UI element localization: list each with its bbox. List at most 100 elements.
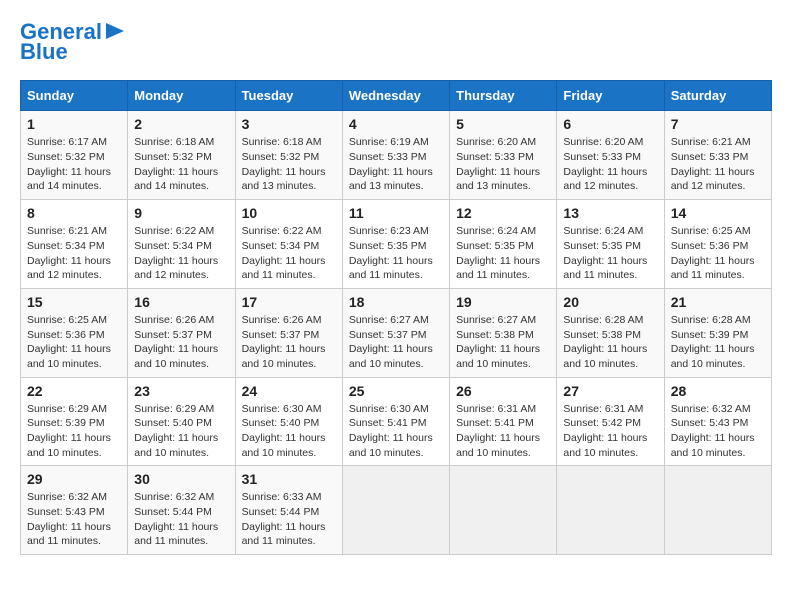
calendar-cell: 11Sunrise: 6:23 AMSunset: 5:35 PMDayligh… (342, 200, 449, 289)
day-number: 23 (134, 383, 228, 399)
col-header-tuesday: Tuesday (235, 81, 342, 111)
calendar-cell: 13Sunrise: 6:24 AMSunset: 5:35 PMDayligh… (557, 200, 664, 289)
day-number: 26 (456, 383, 550, 399)
calendar-cell: 4 Sunrise: 6:19 AMSunset: 5:33 PMDaylight… (342, 111, 449, 200)
day-number: 17 (242, 294, 336, 310)
day-info: Sunrise: 6:18 AMSunset: 5:32 PMDaylight:… (242, 135, 336, 194)
calendar-cell: 6Sunrise: 6:20 AMSunset: 5:33 PMDaylight… (557, 111, 664, 200)
calendar-cell: 29 Sunrise: 6:32 AMSunset: 5:43 PMDayligh… (21, 466, 128, 555)
col-header-friday: Friday (557, 81, 664, 111)
day-number: 28 (671, 383, 765, 399)
day-number: 12 (456, 205, 550, 221)
calendar-week-row: 29 Sunrise: 6:32 AMSunset: 5:43 PMDayligh… (21, 466, 772, 555)
day-info: Sunrise: 6:32 AMSunset: 5:43 PMDaylight:… (27, 490, 121, 549)
calendar-cell: 7Sunrise: 6:21 AMSunset: 5:33 PMDaylight… (664, 111, 771, 200)
day-number: 16 (134, 294, 228, 310)
day-info: Sunrise: 6:24 AMSunset: 5:35 PMDaylight:… (456, 224, 550, 283)
calendar-cell: 19Sunrise: 6:27 AMSunset: 5:38 PMDayligh… (450, 288, 557, 377)
day-info: Sunrise: 6:28 AMSunset: 5:39 PMDaylight:… (671, 313, 765, 372)
day-number: 27 (563, 383, 657, 399)
day-number: 29 (27, 471, 121, 487)
calendar-cell: 26 Sunrise: 6:31 AMSunset: 5:41 PMDayligh… (450, 377, 557, 466)
day-info: Sunrise: 6:25 AMSunset: 5:36 PMDaylight:… (671, 224, 765, 283)
logo: General Blue (20, 20, 124, 64)
calendar-cell (450, 466, 557, 555)
day-info: Sunrise: 6:27 AMSunset: 5:37 PMDaylight:… (349, 313, 443, 372)
calendar-cell: 31 Sunrise: 6:33 AMSunset: 5:44 PMDayligh… (235, 466, 342, 555)
calendar-cell: 16Sunrise: 6:26 AMSunset: 5:37 PMDayligh… (128, 288, 235, 377)
day-number: 25 (349, 383, 443, 399)
logo-blue-text: Blue (20, 40, 68, 64)
col-header-wednesday: Wednesday (342, 81, 449, 111)
calendar-cell: 22 Sunrise: 6:29 AMSunset: 5:39 PMDayligh… (21, 377, 128, 466)
day-number: 10 (242, 205, 336, 221)
calendar-cell: 17 Sunrise: 6:26 AMSunset: 5:37 PMDayligh… (235, 288, 342, 377)
day-info: Sunrise: 6:21 AMSunset: 5:34 PMDaylight:… (27, 224, 121, 283)
day-number: 5 (456, 116, 550, 132)
day-number: 24 (242, 383, 336, 399)
day-number: 9 (134, 205, 228, 221)
day-info: Sunrise: 6:19 AMSunset: 5:33 PMDaylight:… (349, 135, 443, 194)
calendar-cell: 23 Sunrise: 6:29 AMSunset: 5:40 PMDayligh… (128, 377, 235, 466)
col-header-monday: Monday (128, 81, 235, 111)
day-number: 14 (671, 205, 765, 221)
col-header-thursday: Thursday (450, 81, 557, 111)
logo-icon (106, 23, 124, 39)
calendar-cell: 18 Sunrise: 6:27 AMSunset: 5:37 PMDayligh… (342, 288, 449, 377)
day-number: 15 (27, 294, 121, 310)
calendar-cell: 15 Sunrise: 6:25 AMSunset: 5:36 PMDayligh… (21, 288, 128, 377)
calendar-cell: 28Sunrise: 6:32 AMSunset: 5:43 PMDayligh… (664, 377, 771, 466)
day-number: 20 (563, 294, 657, 310)
calendar-cell: 2Sunrise: 6:18 AMSunset: 5:32 PMDaylight… (128, 111, 235, 200)
calendar-cell: 30 Sunrise: 6:32 AMSunset: 5:44 PMDayligh… (128, 466, 235, 555)
col-header-saturday: Saturday (664, 81, 771, 111)
day-info: Sunrise: 6:20 AMSunset: 5:33 PMDaylight:… (563, 135, 657, 194)
calendar-cell (557, 466, 664, 555)
day-number: 30 (134, 471, 228, 487)
calendar-table: SundayMondayTuesdayWednesdayThursdayFrid… (20, 80, 772, 555)
calendar-cell: 27 Sunrise: 6:31 AMSunset: 5:42 PMDayligh… (557, 377, 664, 466)
day-info: Sunrise: 6:24 AMSunset: 5:35 PMDaylight:… (563, 224, 657, 283)
calendar-cell: 21 Sunrise: 6:28 AMSunset: 5:39 PMDayligh… (664, 288, 771, 377)
day-number: 3 (242, 116, 336, 132)
day-info: Sunrise: 6:30 AMSunset: 5:40 PMDaylight:… (242, 402, 336, 461)
day-info: Sunrise: 6:30 AMSunset: 5:41 PMDaylight:… (349, 402, 443, 461)
day-number: 11 (349, 205, 443, 221)
col-header-sunday: Sunday (21, 81, 128, 111)
day-info: Sunrise: 6:33 AMSunset: 5:44 PMDaylight:… (242, 490, 336, 549)
day-info: Sunrise: 6:29 AMSunset: 5:40 PMDaylight:… (134, 402, 228, 461)
day-number: 22 (27, 383, 121, 399)
calendar-cell: 10Sunrise: 6:22 AMSunset: 5:34 PMDayligh… (235, 200, 342, 289)
day-number: 31 (242, 471, 336, 487)
day-info: Sunrise: 6:31 AMSunset: 5:41 PMDaylight:… (456, 402, 550, 461)
day-info: Sunrise: 6:31 AMSunset: 5:42 PMDaylight:… (563, 402, 657, 461)
page-header: General Blue (20, 20, 772, 64)
day-info: Sunrise: 6:32 AMSunset: 5:44 PMDaylight:… (134, 490, 228, 549)
day-number: 4 (349, 116, 443, 132)
calendar-cell: 20 Sunrise: 6:28 AMSunset: 5:38 PMDayligh… (557, 288, 664, 377)
calendar-week-row: 1 Sunrise: 6:17 AMSunset: 5:32 PMDaylight… (21, 111, 772, 200)
day-info: Sunrise: 6:26 AMSunset: 5:37 PMDaylight:… (242, 313, 336, 372)
calendar-cell: 8Sunrise: 6:21 AMSunset: 5:34 PMDaylight… (21, 200, 128, 289)
calendar-week-row: 15 Sunrise: 6:25 AMSunset: 5:36 PMDayligh… (21, 288, 772, 377)
calendar-cell: 12 Sunrise: 6:24 AMSunset: 5:35 PMDayligh… (450, 200, 557, 289)
calendar-cell: 24 Sunrise: 6:30 AMSunset: 5:40 PMDayligh… (235, 377, 342, 466)
calendar-body: 1 Sunrise: 6:17 AMSunset: 5:32 PMDaylight… (21, 111, 772, 555)
day-info: Sunrise: 6:28 AMSunset: 5:38 PMDaylight:… (563, 313, 657, 372)
calendar-cell (342, 466, 449, 555)
calendar-cell: 3 Sunrise: 6:18 AMSunset: 5:32 PMDaylight… (235, 111, 342, 200)
calendar-week-row: 8Sunrise: 6:21 AMSunset: 5:34 PMDaylight… (21, 200, 772, 289)
calendar-cell: 9Sunrise: 6:22 AMSunset: 5:34 PMDaylight… (128, 200, 235, 289)
calendar-cell: 1 Sunrise: 6:17 AMSunset: 5:32 PMDaylight… (21, 111, 128, 200)
day-info: Sunrise: 6:27 AMSunset: 5:38 PMDaylight:… (456, 313, 550, 372)
day-number: 18 (349, 294, 443, 310)
day-info: Sunrise: 6:25 AMSunset: 5:36 PMDaylight:… (27, 313, 121, 372)
day-info: Sunrise: 6:29 AMSunset: 5:39 PMDaylight:… (27, 402, 121, 461)
calendar-cell: 5 Sunrise: 6:20 AMSunset: 5:33 PMDaylight… (450, 111, 557, 200)
calendar-header-row: SundayMondayTuesdayWednesdayThursdayFrid… (21, 81, 772, 111)
day-info: Sunrise: 6:20 AMSunset: 5:33 PMDaylight:… (456, 135, 550, 194)
day-number: 1 (27, 116, 121, 132)
day-info: Sunrise: 6:17 AMSunset: 5:32 PMDaylight:… (27, 135, 121, 194)
calendar-cell (664, 466, 771, 555)
day-number: 21 (671, 294, 765, 310)
